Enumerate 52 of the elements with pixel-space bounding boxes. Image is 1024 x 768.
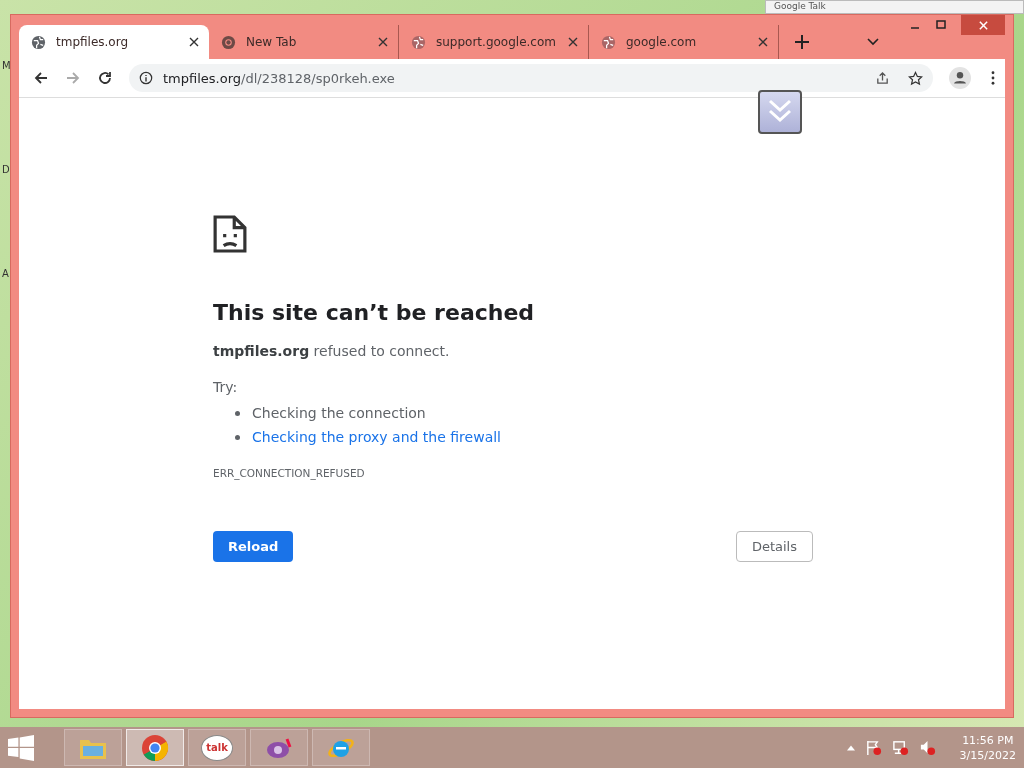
desktop-icon-label: D: [2, 164, 11, 176]
error-message: tmpfiles.org refused to connect.: [213, 343, 451, 359]
tab-title: support.google.com: [436, 35, 557, 49]
details-button[interactable]: Details: [735, 531, 813, 562]
close-icon[interactable]: [758, 37, 768, 47]
taskbar-button[interactable]: [250, 729, 308, 766]
globe-icon: [31, 34, 46, 50]
suggestion-link[interactable]: Checking the proxy and the firewall: [252, 429, 501, 445]
profile-icon[interactable]: [949, 67, 971, 89]
plus-icon[interactable]: [795, 35, 809, 49]
info-icon[interactable]: [139, 71, 153, 85]
speaker-icon[interactable]: [918, 739, 936, 756]
bullet-icon: [235, 410, 240, 416]
reload-button[interactable]: Reload: [213, 531, 294, 562]
browser-tab[interactable]: tmpfiles.org: [19, 25, 209, 59]
bullet-icon: [235, 434, 240, 440]
share-icon[interactable]: [875, 70, 890, 86]
taskbar-button[interactable]: talk: [188, 729, 246, 766]
error-title: This site can’t be reached: [213, 300, 536, 325]
chat-bubble-icon: talk: [201, 734, 233, 761]
caret-up-icon[interactable]: [846, 744, 855, 751]
tab-title: google.com: [626, 35, 698, 49]
close-icon[interactable]: [568, 37, 578, 47]
flag-icon[interactable]: [864, 739, 882, 756]
close-icon[interactable]: [189, 37, 199, 47]
menu-icon[interactable]: [991, 71, 995, 85]
close-icon[interactable]: [378, 37, 388, 47]
desktop-icon-label: M: [2, 60, 11, 72]
try-label: Try:: [213, 379, 239, 395]
maximize-icon[interactable]: [935, 19, 947, 31]
network-icon[interactable]: [891, 739, 909, 756]
taskbar-button[interactable]: [126, 729, 184, 766]
star-icon[interactable]: [908, 70, 923, 86]
chrome-icon: [221, 34, 236, 50]
back-arrow-icon[interactable]: [33, 70, 49, 86]
chrome-icon: [141, 733, 169, 762]
reload-icon[interactable]: [97, 70, 113, 86]
close-button[interactable]: [961, 15, 1005, 35]
suggestion-text: Checking the connection: [252, 405, 426, 421]
tab-title: tmpfiles.org: [56, 35, 130, 49]
url-text: tmpfiles.org/dl/238128/sp0rkeh.exe: [163, 70, 396, 86]
chevron-down-icon[interactable]: [867, 38, 879, 46]
desktop-icon-label: A: [2, 268, 10, 280]
close-icon: [977, 19, 989, 31]
windows-logo-icon[interactable]: [8, 734, 34, 761]
globe-icon: [411, 34, 426, 50]
sad-page-icon: [213, 214, 247, 254]
tab-title: New Tab: [246, 35, 298, 49]
address-bar[interactable]: tmpfiles.org/dl/238128/sp0rkeh.exe: [129, 64, 933, 92]
globe-icon: [601, 34, 616, 50]
window-title: Google Talk: [774, 1, 826, 12]
error-code: ERR_CONNECTION_REFUSED: [213, 467, 366, 479]
